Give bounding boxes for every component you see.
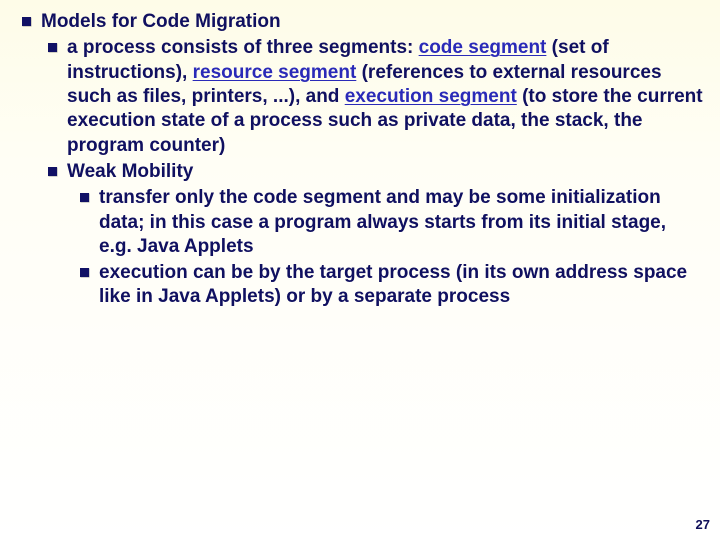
term-execution-segment: execution segment (345, 86, 517, 107)
heading-text: Models for Code Migration (41, 10, 704, 34)
list-item: transfer only the code segment and may b… (80, 186, 704, 259)
term-code-segment: code segment (419, 37, 547, 58)
page-number: 27 (696, 517, 710, 534)
text-fragment: a process consists of three segments: (67, 37, 419, 58)
weak-mobility-sub2: execution can be by the target process (… (99, 261, 704, 310)
list-item: a process consists of three segments: co… (48, 36, 704, 158)
list-item: execution can be by the target process (… (80, 261, 704, 310)
segments-text: a process consists of three segments: co… (67, 36, 704, 158)
bullet-icon (48, 167, 57, 176)
bullet-icon (22, 17, 31, 26)
heading-row: Models for Code Migration (22, 10, 704, 34)
slide-content: Models for Code Migration a process cons… (0, 0, 720, 310)
term-resource-segment: resource segment (193, 62, 357, 83)
weak-mobility-heading: Weak Mobility (67, 160, 704, 184)
weak-mobility-sub1: transfer only the code segment and may b… (99, 186, 704, 259)
bullet-icon (80, 268, 89, 277)
bullet-icon (48, 43, 57, 52)
bullet-icon (80, 193, 89, 202)
list-item: Weak Mobility (48, 160, 704, 184)
